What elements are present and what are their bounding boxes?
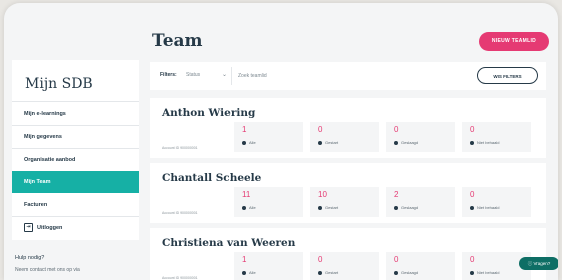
account-id: Account ID 900000001 xyxy=(162,276,198,280)
member-name[interactable]: Anthon Wiering xyxy=(162,107,255,119)
sidebar-item-gegevens[interactable]: Mijn gegevens xyxy=(12,126,139,148)
stat-geslaagd: 0 Geslaagd xyxy=(386,252,455,280)
stat-label: Niet behaald xyxy=(470,140,499,145)
clear-filters-button[interactable]: WIS FILTERS xyxy=(477,67,538,84)
stat-gestart: 0 Gestart xyxy=(310,122,379,152)
stat-label-text: Geslaagd xyxy=(401,205,419,210)
sidebar-nav: Mijn SDB Mijn e-learnings Mijn gegevens … xyxy=(12,60,139,240)
stat-value: 10 xyxy=(318,190,327,199)
team-member-card[interactable]: Anthon Wiering Account ID 900000001 1 Al… xyxy=(150,98,546,158)
dot-icon xyxy=(394,270,398,275)
dot-icon xyxy=(318,270,322,275)
team-member-card[interactable]: Chantall Scheele Account ID 900000001 11… xyxy=(150,163,546,223)
account-id: Account ID 900000001 xyxy=(162,146,198,150)
stat-value: 0 xyxy=(318,125,323,134)
team-member-card[interactable]: Christiena van Weeren Account ID 9000000… xyxy=(150,228,546,280)
stat-label: Niet behaald xyxy=(470,270,499,275)
dot-icon xyxy=(470,205,474,210)
sidebar-item-label: Uitloggen xyxy=(37,225,63,231)
stat-alle: 1 Alle xyxy=(234,252,303,280)
stat-label-text: Geslaagd xyxy=(401,270,419,275)
brand-title: Mijn SDB xyxy=(25,76,93,92)
stat-label-text: Gestart xyxy=(325,140,339,145)
member-name[interactable]: Christiena van Weeren xyxy=(162,237,295,249)
account-id: Account ID 900000001 xyxy=(162,211,198,215)
chat-help-button[interactable]: ⓘ Vragen? xyxy=(519,257,558,270)
help-text: Neem contact met ons op via xyxy=(15,267,80,273)
stat-label-text: Geslaagd xyxy=(401,140,419,145)
dot-icon xyxy=(242,140,246,145)
dot-icon xyxy=(318,140,322,145)
stat-label-text: Alle xyxy=(249,270,256,275)
stat-value: 0 xyxy=(470,125,475,134)
member-name[interactable]: Chantall Scheele xyxy=(162,172,261,184)
stat-label-text: Alle xyxy=(249,140,256,145)
stat-label-text: Gestart xyxy=(325,270,339,275)
stat-value: 0 xyxy=(318,255,323,264)
logout-icon: ⇥ xyxy=(24,223,33,233)
sidebar-item-uitloggen[interactable]: ⇥ Uitloggen xyxy=(12,217,139,239)
stat-value: 2 xyxy=(394,190,399,199)
stat-value: 0 xyxy=(470,255,475,264)
sidebar-item-mijn-team[interactable]: Mijn Team xyxy=(12,171,139,193)
dot-icon xyxy=(242,270,246,275)
stat-value: 1 xyxy=(242,125,247,134)
stat-niet-behaald: 0 Niet behaald xyxy=(462,122,531,152)
new-team-member-button[interactable]: NIEUW TEAMLID xyxy=(479,32,549,51)
stat-value: 0 xyxy=(394,255,399,264)
sidebar-item-facturen[interactable]: Facturen xyxy=(12,194,139,216)
stat-value: 0 xyxy=(470,190,475,199)
dot-icon xyxy=(394,205,398,210)
stat-value: 0 xyxy=(394,125,399,134)
sidebar: Mijn SDB Mijn e-learnings Mijn gegevens … xyxy=(12,60,139,277)
stat-alle: 11 Alle xyxy=(234,187,303,217)
page-title: Team xyxy=(152,31,203,51)
status-dropdown[interactable]: Status xyxy=(186,72,200,78)
sidebar-item-e-learnings[interactable]: Mijn e-learnings xyxy=(12,103,139,125)
dot-icon xyxy=(318,205,322,210)
stat-label: Geslaagd xyxy=(394,205,418,210)
stat-alle: 1 Alle xyxy=(234,122,303,152)
stat-label-text: Alle xyxy=(249,205,256,210)
dot-icon xyxy=(394,140,398,145)
stat-label-text: Niet behaald xyxy=(477,140,500,145)
stat-label: Gestart xyxy=(318,205,338,210)
stat-label: Geslaagd xyxy=(394,140,418,145)
stat-gestart: 10 Gestart xyxy=(310,187,379,217)
stat-label: Gestart xyxy=(318,140,338,145)
stat-value: 11 xyxy=(242,190,251,199)
search-input[interactable] xyxy=(231,67,320,85)
stat-geslaagd: 0 Geslaagd xyxy=(386,122,455,152)
dot-icon xyxy=(242,205,246,210)
stat-label: Alle xyxy=(242,205,256,210)
stat-value: 1 xyxy=(242,255,247,264)
filters-label: Filters: xyxy=(160,72,177,78)
help-title: Hulp nodig? xyxy=(15,255,45,261)
stat-label-text: Niet behaald xyxy=(477,270,500,275)
dot-icon xyxy=(470,270,474,275)
sidebar-item-organisatie-aanbod[interactable]: Organisatie aanbod xyxy=(12,149,139,171)
divider xyxy=(12,101,139,102)
stat-label-text: Niet behaald xyxy=(477,205,500,210)
stat-label-text: Gestart xyxy=(325,205,339,210)
stat-geslaagd: 2 Geslaagd xyxy=(386,187,455,217)
stat-label: Niet behaald xyxy=(470,205,499,210)
stat-niet-behaald: 0 Niet behaald xyxy=(462,187,531,217)
stat-label: Gestart xyxy=(318,270,338,275)
stat-label: Alle xyxy=(242,140,256,145)
chevron-down-icon[interactable]: ⌄ xyxy=(222,71,227,78)
stat-label: Geslaagd xyxy=(394,270,418,275)
chat-label: Vragen? xyxy=(533,261,551,266)
app-window: Team NIEUW TEAMLID Mijn SDB Mijn e-learn… xyxy=(4,3,558,280)
dot-icon xyxy=(470,140,474,145)
stat-label: Alle xyxy=(242,270,256,275)
stat-gestart: 0 Gestart xyxy=(310,252,379,280)
